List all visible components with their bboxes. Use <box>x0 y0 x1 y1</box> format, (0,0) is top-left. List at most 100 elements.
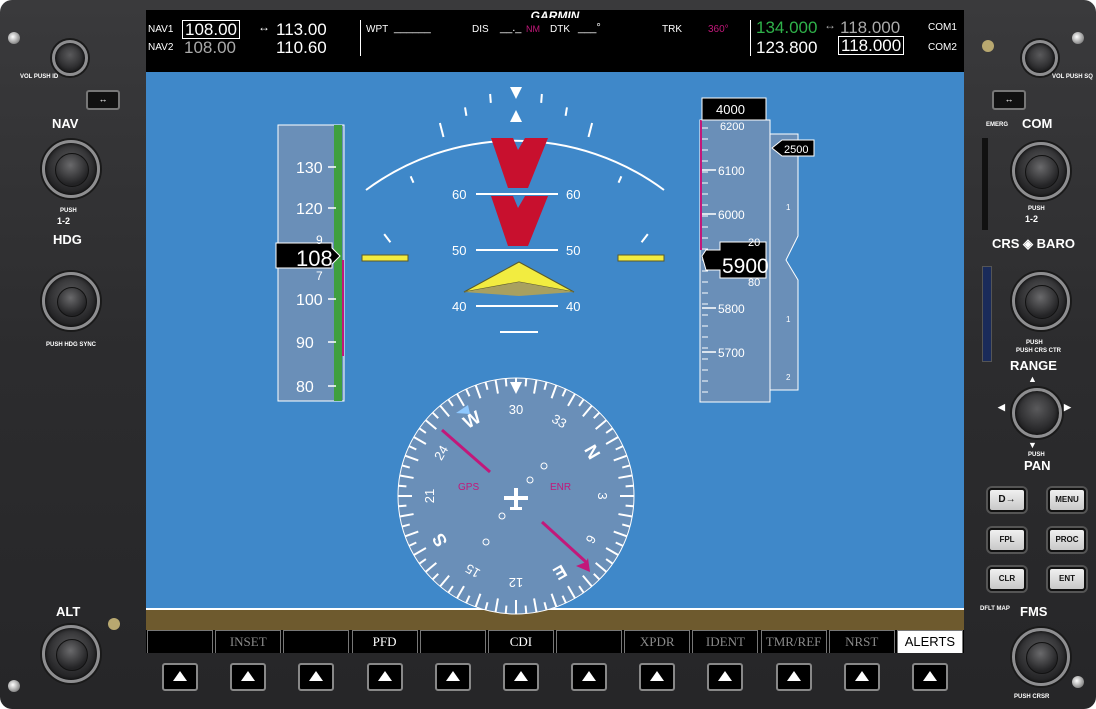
softkey-inset[interactable]: INSET <box>215 630 282 653</box>
roll-tick <box>640 233 649 243</box>
softkey-button-10[interactable] <box>775 663 812 691</box>
range-right-arrow-icon: ▶ <box>1064 402 1071 412</box>
vsi-scale <box>769 133 799 391</box>
softkey-button-5[interactable] <box>434 663 471 691</box>
vsi-mark: 1 <box>786 315 791 324</box>
softkey-tmr-ref[interactable]: TMR/REF <box>760 630 827 653</box>
nav-swap-button[interactable]: ↔ <box>86 90 120 110</box>
softkey-button-row <box>146 658 964 698</box>
alt-label: ALT <box>56 604 81 619</box>
altitude-trend <box>700 120 702 250</box>
softkey-blank-2[interactable] <box>283 630 350 653</box>
altitude-current-value: 5900 <box>722 255 769 278</box>
softkey-cdi[interactable]: CDI <box>487 630 554 653</box>
hsi-heading-label: 12 <box>509 575 523 590</box>
altitude-tick-label: 6100 <box>718 164 745 178</box>
up-arrow-icon <box>650 671 665 681</box>
up-arrow-icon <box>718 671 733 681</box>
brightness-slider[interactable] <box>982 266 992 362</box>
up-arrow-icon <box>445 671 460 681</box>
up-arrow-icon <box>241 671 256 681</box>
proc-button[interactable]: PROC <box>1048 528 1086 552</box>
hdg-knob[interactable] <box>42 272 100 330</box>
pitch-label: 60 <box>566 187 580 202</box>
com-swap-button[interactable]: ↔ <box>992 90 1026 110</box>
com-label: COM <box>1022 116 1053 131</box>
softkey-button-8[interactable] <box>639 663 676 691</box>
swap-icon: ↔ <box>98 94 108 104</box>
fpl-button[interactable]: FPL <box>988 528 1026 552</box>
softkey-ident[interactable]: IDENT <box>692 630 759 653</box>
com-slider-track <box>982 138 988 230</box>
push-crsr-label: PUSH CRSR <box>1014 694 1050 700</box>
softkey-alerts[interactable]: ALERTS <box>896 630 963 653</box>
airspeed-tick-label: 130 <box>296 160 323 177</box>
vsi-mark: 1 <box>786 203 791 212</box>
softkey-blank-4[interactable] <box>419 630 486 653</box>
roll-tick <box>617 175 623 184</box>
swap-icon: ↔ <box>1004 94 1014 104</box>
softkey-button-6[interactable] <box>502 663 539 691</box>
selected-altitude: 4000 <box>716 102 745 117</box>
nav-vol-label: VOL PUSH ID <box>20 74 59 80</box>
altitude-roll-top: 20 <box>748 237 760 249</box>
fms-knob[interactable] <box>1012 628 1070 686</box>
pitch-label: 40 <box>566 299 580 314</box>
softkey-button-2[interactable] <box>230 663 267 691</box>
roll-tick <box>409 175 415 184</box>
roll-tick <box>438 122 445 138</box>
pitch-label: 50 <box>452 243 466 258</box>
screw-icon <box>8 680 20 692</box>
softkey-button-1[interactable] <box>162 663 199 691</box>
roll-tick <box>587 122 594 138</box>
softkey-button-7[interactable] <box>571 663 608 691</box>
up-arrow-icon <box>309 671 324 681</box>
softkey-button-11[interactable] <box>843 663 880 691</box>
nav-push-label: PUSH <box>60 208 77 214</box>
hsi-heading-label: 30 <box>509 402 523 417</box>
pfd-screen: GARMIN NAV1 108.00 ↔ 113.00 NAV2 108.00 … <box>146 10 964 653</box>
nav-volume-knob[interactable] <box>52 40 88 76</box>
ent-button[interactable]: ENT <box>1048 567 1086 591</box>
direct-to-button[interactable]: D→ <box>988 488 1026 512</box>
right-control-panel: VOL PUSH SQ ↔ EMERG COM PUSH 1-2 CRS ◈ B… <box>964 0 1096 709</box>
airspeed-current-value: 108 <box>296 246 333 271</box>
up-arrow-icon <box>377 671 392 681</box>
hsi-tick <box>398 484 407 488</box>
roll-tick <box>564 107 568 116</box>
pitch-chevron-bottom <box>491 196 548 246</box>
nav-label: NAV <box>52 116 79 131</box>
hsi-tick <box>625 504 634 508</box>
alt-knob[interactable] <box>42 625 100 683</box>
softkey-button-3[interactable] <box>298 663 335 691</box>
roll-pointer <box>510 110 522 122</box>
softkey-button-4[interactable] <box>366 663 403 691</box>
altitude-tick-label: 5800 <box>718 302 745 316</box>
screw-icon <box>1072 32 1084 44</box>
hdg-sync-label: PUSH HDG SYNC <box>46 342 97 348</box>
softkey-button-12[interactable] <box>911 663 948 691</box>
pitch-label: 50 <box>566 243 580 258</box>
altitude-roll-bottom: 80 <box>748 277 760 289</box>
crs-baro-knob[interactable] <box>1012 272 1070 330</box>
softkey-button-9[interactable] <box>707 663 744 691</box>
menu-button[interactable]: MENU <box>1048 488 1086 512</box>
softkey-nrst[interactable]: NRST <box>828 630 895 653</box>
softkey-blank-0[interactable] <box>147 630 214 653</box>
hsi-tick <box>398 504 407 508</box>
airspeed-tick-label: 120 <box>296 201 323 218</box>
com-volume-knob[interactable] <box>1022 40 1058 76</box>
nav-tuning-knob[interactable] <box>42 140 100 198</box>
softkey-blank-6[interactable] <box>556 630 623 653</box>
softkey-xpdr[interactable]: XPDR <box>624 630 691 653</box>
clr-button[interactable]: CLR <box>988 567 1026 591</box>
hsi-tick <box>504 605 508 614</box>
com-tuning-knob[interactable] <box>1012 142 1070 200</box>
crs-ctr-label: PUSH CRS CTR <box>1016 348 1062 354</box>
up-arrow-icon <box>513 671 528 681</box>
softkey-pfd[interactable]: PFD <box>351 630 418 653</box>
screw-icon <box>8 32 20 44</box>
range-knob[interactable] <box>1012 388 1062 438</box>
airspeed-tick-label: 100 <box>296 292 323 309</box>
hsi-tick <box>524 605 528 614</box>
